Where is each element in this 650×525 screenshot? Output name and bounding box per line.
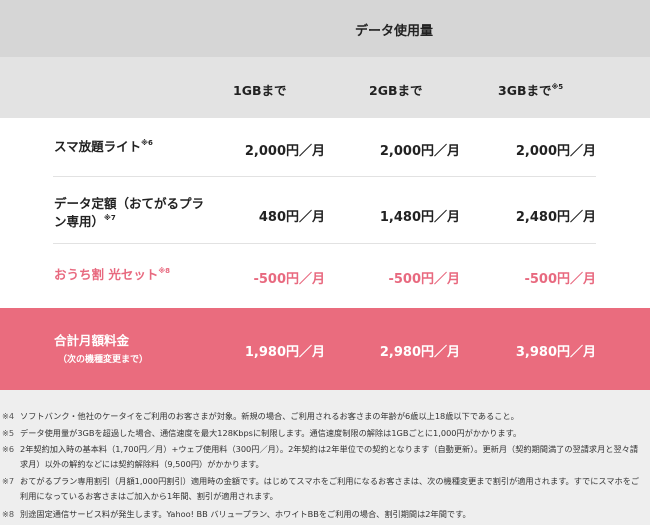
table-cell: -500円／月 — [388, 272, 460, 287]
table-title: データ使用量 — [355, 24, 434, 39]
footnote: ※8 別途固定通信サービス料が発生します。Yahoo! BB バリュープラン、ホワ… — [2, 509, 471, 519]
footnote: ※7 おてがるプラン専用割引（月額1,000円割引）適用時の金額です。はじめてスマ… — [2, 476, 640, 501]
footnote: ※5 データ使用量が3GBを超過した場合、通信速度を最大128Kbpsに制限します… — [2, 428, 522, 438]
footnote: ※6 2年契約加入時の基本料（1,700円／月）+ウェブ使用料（300円／月）。2… — [2, 444, 639, 469]
table-cell: -500円／月 — [524, 272, 596, 287]
row-divider — [53, 176, 596, 177]
table-cell: 2,480円／月 — [515, 210, 596, 225]
footnotes: ※4 ソフトバンク・他社のケータイをご利用のお客さまが対象。新規の場合、ご利用され… — [0, 408, 650, 523]
footnote: ※4 ソフトバンク・他社のケータイをご利用のお客さまが対象。新規の場合、ご利用され… — [2, 411, 519, 421]
column-header-3gb: 3GBまで※5 — [498, 83, 564, 98]
note-ref: ※6 — [141, 139, 153, 147]
table-cell: 480円／月 — [258, 210, 325, 225]
table-cell: 1,480円／月 — [379, 210, 460, 225]
total-cell: 2,980円／月 — [379, 345, 460, 360]
note-ref: ※5 — [551, 83, 564, 91]
column-header-2gb: 2GBまで — [369, 83, 423, 98]
note-ref: ※7 — [104, 214, 116, 222]
row-label-smahoudai-light: スマ放題ライト※6 — [54, 139, 153, 154]
note-ref: ※8 — [158, 267, 171, 275]
row-divider — [53, 243, 596, 244]
column-header-1gb: 1GBまで — [233, 83, 287, 98]
total-cell: 3,980円／月 — [515, 345, 596, 360]
total-sublabel: （次の機種変更まで） — [58, 355, 149, 365]
table-cell: -500円／月 — [253, 272, 325, 287]
table-cell: 2,000円／月 — [244, 144, 325, 159]
table-cell: 2,000円／月 — [515, 144, 596, 159]
row-label-data-teigaku: データ定額（おてがるプラ ン専用）※7 — [54, 196, 205, 229]
table-cell: 2,000円／月 — [379, 144, 460, 159]
total-label: 合計月額料金 — [54, 333, 130, 348]
total-cell: 1,980円／月 — [244, 345, 325, 360]
row-label-ouchi-wari: おうち割 光セット※8 — [54, 267, 171, 282]
